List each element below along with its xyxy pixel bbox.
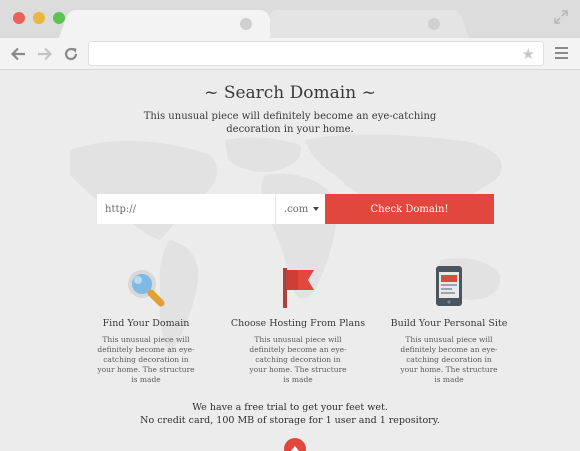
maximize-window-button[interactable]	[53, 12, 65, 24]
free-trial-line-1: We have a free trial to get your feet we…	[192, 402, 388, 413]
chevron-down-icon	[313, 207, 319, 211]
magnifier-icon	[126, 266, 166, 310]
free-trial-line-2: No credit card, 100 MB of storage for 1 …	[140, 415, 440, 426]
close-window-button[interactable]	[13, 12, 25, 24]
domain-input[interactable]	[97, 194, 275, 224]
chevron-up-icon	[291, 446, 299, 451]
forward-button[interactable]	[35, 44, 55, 64]
tld-select-value: .com	[284, 203, 309, 215]
browser-chrome: ★	[0, 0, 580, 70]
flag-icon	[278, 266, 318, 310]
hamburger-menu-icon[interactable]	[555, 47, 568, 59]
feature-build-site: Build Your Personal Site This unusual pi…	[369, 266, 529, 385]
feature-description: This unusual piece will definitely becom…	[249, 335, 347, 384]
page-subtitle: This unusual piece will definitely becom…	[143, 111, 437, 135]
reload-button[interactable]	[61, 44, 81, 64]
tablet-icon	[429, 266, 469, 310]
feature-title: Find Your Domain	[102, 318, 190, 329]
feature-description: This unusual piece will definitely becom…	[400, 335, 498, 384]
page-content: ~ Search Domain ~ This unusual piece wil…	[0, 70, 580, 451]
tld-select[interactable]: .com	[275, 194, 325, 224]
star-icon[interactable]: ★	[522, 45, 535, 63]
fullscreen-icon[interactable]	[554, 10, 568, 24]
tab-close-icon[interactable]	[240, 18, 252, 30]
feature-description: This unusual piece will definitely becom…	[97, 335, 195, 384]
forward-arrow-icon	[38, 47, 53, 61]
minimize-window-button[interactable]	[33, 12, 45, 24]
page-title: ~ Search Domain ~	[204, 83, 376, 103]
back-button[interactable]	[8, 44, 28, 64]
feature-title: Choose Hosting From Plans	[230, 318, 366, 329]
feature-title: Build Your Personal Site	[390, 318, 508, 329]
feature-choose-hosting: Choose Hosting From Plans This unusual p…	[218, 266, 378, 385]
tab-close-icon[interactable]	[428, 18, 440, 30]
feature-find-domain: Find Your Domain This unusual piece will…	[66, 266, 226, 385]
browser-tab-inactive[interactable]	[270, 10, 454, 38]
back-arrow-icon	[10, 47, 25, 61]
browser-tab-active[interactable]	[74, 10, 262, 38]
reload-icon	[64, 47, 78, 61]
domain-search-form: .com Check Domain!	[97, 194, 494, 224]
scroll-up-button[interactable]	[284, 438, 306, 451]
address-bar[interactable]: ★	[88, 41, 544, 66]
free-trial-text: We have a free trial to get your feet we…	[0, 401, 580, 427]
browser-toolbar: ★	[0, 38, 580, 70]
check-domain-button[interactable]: Check Domain!	[325, 194, 494, 224]
